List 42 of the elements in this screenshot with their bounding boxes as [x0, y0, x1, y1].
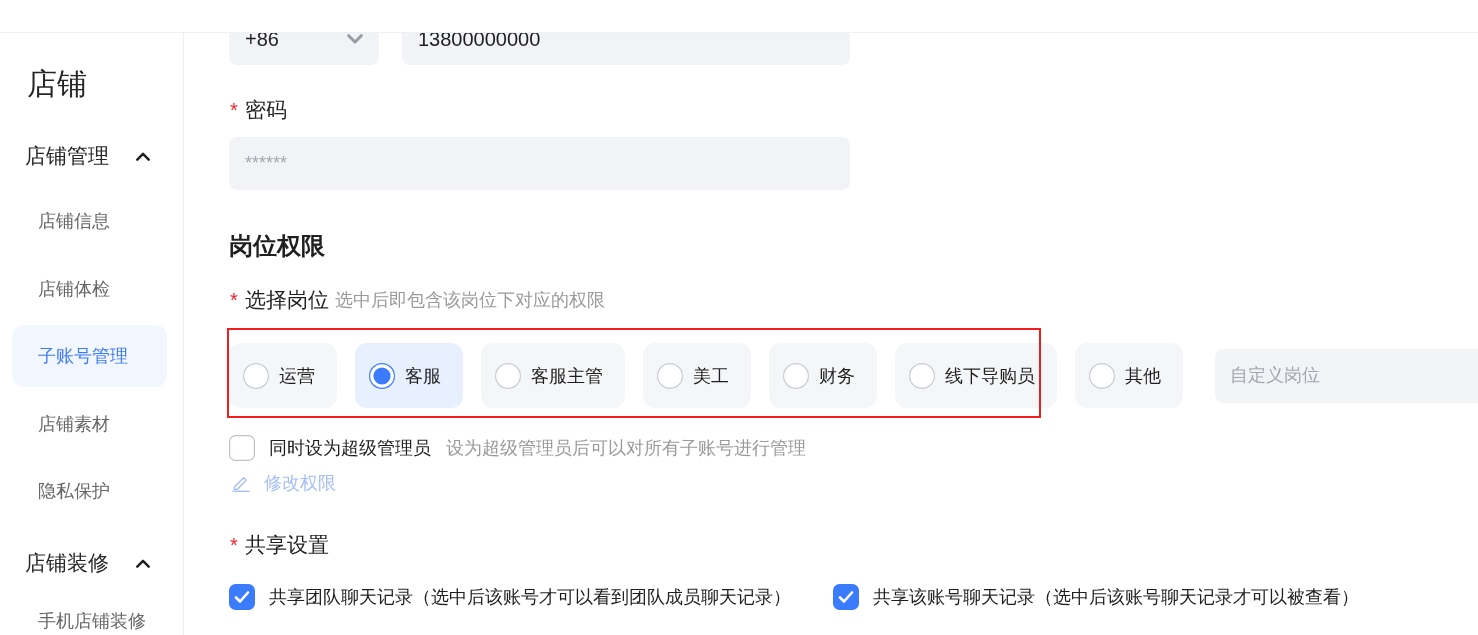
password-field[interactable]: ****** — [229, 137, 850, 190]
sidebar-item[interactable]: 隐私保护 — [12, 460, 167, 522]
radio-icon — [1089, 362, 1115, 389]
checkbox-label: 共享团队聊天记录（选中后该账号才可以看到团队成员聊天记录） — [269, 586, 791, 609]
field-label: 共享设置 — [244, 532, 329, 558]
radio-icon — [243, 362, 269, 389]
hint-text: 选中后即包含该岗位下对应的权限 — [334, 289, 605, 312]
required-mark: * — [230, 288, 238, 312]
checkbox-label: 同时设为超级管理员 — [269, 437, 431, 460]
hint-text: 设为超级管理员后可以对所有子账号进行管理 — [446, 437, 806, 460]
sidebar-title: 店铺 — [27, 66, 87, 102]
sidebar-group[interactable]: 店铺装修 — [12, 538, 167, 588]
custom-position-field[interactable]: 自定义岗位 — [1215, 348, 1478, 403]
checkbox[interactable] — [833, 584, 859, 610]
position-option[interactable]: 其他 — [1075, 343, 1183, 408]
radio-icon — [657, 362, 683, 389]
field-label: 选择岗位 — [244, 287, 329, 313]
checkbox-label: 共享该账号聊天记录（选中后该账号聊天记录才可以被查看） — [873, 586, 1359, 609]
radio-icon — [495, 362, 521, 389]
position-option[interactable]: 客服 — [355, 343, 463, 408]
position-option[interactable]: 财务 — [769, 343, 877, 408]
section-title: 岗位权限 — [229, 231, 325, 261]
radio-icon — [783, 362, 809, 389]
radio-icon — [909, 362, 935, 389]
required-mark: * — [230, 533, 238, 557]
chevron-down-icon — [347, 34, 363, 44]
radio-icon — [369, 362, 395, 389]
sidebar-item[interactable]: 店铺信息 — [12, 190, 167, 252]
sidebar-item[interactable]: 手机店铺装修 — [12, 590, 167, 635]
required-mark: * — [230, 98, 238, 122]
position-option[interactable]: 美工 — [643, 343, 751, 408]
field-label: 密码 — [244, 97, 287, 123]
position-option[interactable]: 客服主管 — [481, 343, 625, 408]
checkbox[interactable] — [229, 435, 255, 461]
pencil-icon — [232, 474, 250, 492]
sidebar-item[interactable]: 店铺体检 — [12, 257, 167, 320]
sidebar-group[interactable]: 店铺管理 — [12, 131, 167, 181]
sidebar-item[interactable]: 子账号管理 — [12, 325, 167, 387]
sidebar-item[interactable]: 店铺素材 — [12, 392, 167, 455]
position-option[interactable]: 线下导购员 — [895, 343, 1057, 408]
position-option[interactable]: 运营 — [229, 343, 337, 408]
checkbox[interactable] — [229, 584, 255, 610]
